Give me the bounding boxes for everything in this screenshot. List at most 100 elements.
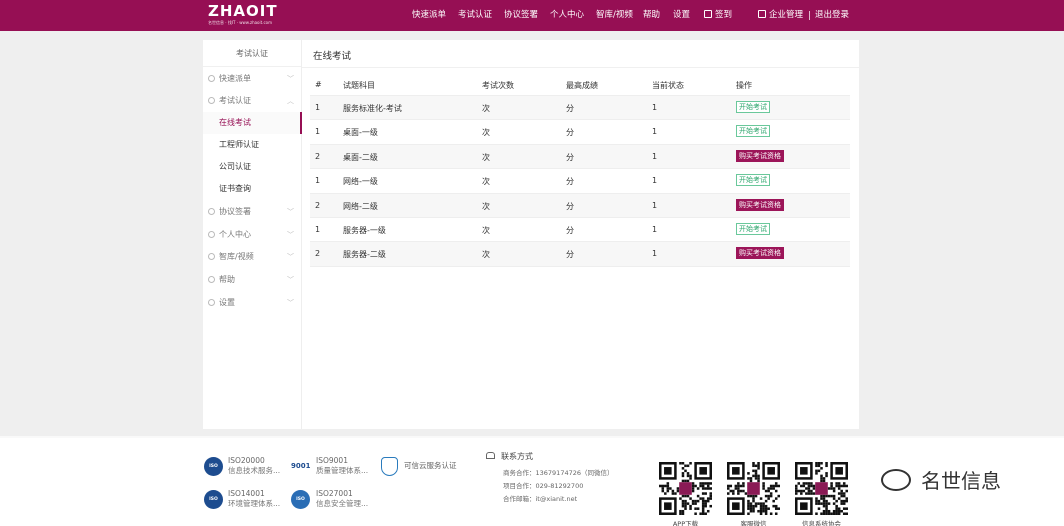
qr-code-app-icon xyxy=(659,462,712,515)
buy-exam-button[interactable]: 购买考试资格 xyxy=(736,198,784,211)
cert-title: ISO27001 xyxy=(316,489,353,498)
nav-help[interactable]: 帮助 xyxy=(643,9,660,21)
cell-count: 次 xyxy=(482,201,490,211)
qr-code-association-icon xyxy=(795,462,848,515)
sidebar-item-label: 快速派单 xyxy=(219,74,251,83)
sidebar-item-agreement[interactable]: 协议签署 ﹀ xyxy=(203,201,302,223)
nav-logout[interactable]: 退出登录 xyxy=(815,9,849,21)
sidebar-item-help[interactable]: 帮助 ﹀ xyxy=(203,269,302,291)
sidebar-sub-online-exam[interactable]: 在线考试 xyxy=(203,112,302,134)
cert-desc: 信息安全管理... xyxy=(316,499,369,508)
iso-badge-icon: ISO xyxy=(204,457,223,476)
buy-exam-button[interactable]: 购买考试资格 xyxy=(736,149,784,162)
table-row: 1 桌面-一级 次 分 1 开始考试 xyxy=(310,120,850,145)
shield-icon xyxy=(381,457,398,476)
column-header: 考试次数 xyxy=(482,81,514,90)
nav-agreement[interactable]: 协议签署 xyxy=(504,9,538,21)
cell-score: 分 xyxy=(566,201,574,211)
cell-status: 1 xyxy=(652,103,658,112)
top-navbar: ZHAOIT 名世信息 · 找IT · www.zhaoit.com 快速派单 … xyxy=(0,0,1064,31)
cell-num: 2 xyxy=(315,151,321,161)
column-header: 试题科目 xyxy=(343,81,375,90)
qr-label-app: APP下载 xyxy=(672,520,699,526)
menu-circle-icon xyxy=(208,75,215,82)
building-icon xyxy=(758,10,766,18)
cell-count: 次 xyxy=(482,177,490,187)
table-row: 2 服务器-二级 次 分 1 购买考试资格 xyxy=(310,242,850,267)
cell-count: 次 xyxy=(482,104,490,113)
sidebar-item-label: 智库/视频 xyxy=(219,252,254,261)
cell-status: 1 xyxy=(652,176,658,186)
buy-exam-button[interactable]: 购买考试资格 xyxy=(736,247,784,260)
sidebar-item-settings[interactable]: 设置 ﹀ xyxy=(203,292,302,314)
cert-desc: 质量管理体系... xyxy=(316,466,369,475)
cell-score: 分 xyxy=(566,152,574,162)
cell-num: 1 xyxy=(315,103,321,112)
cell-count: 次 xyxy=(482,225,490,235)
start-exam-button[interactable]: 开始考试 xyxy=(736,222,770,235)
cert-title: 可信云服务认证 xyxy=(404,461,457,470)
cell-status: 1 xyxy=(652,127,658,137)
cell-num: 2 xyxy=(315,200,321,210)
main-panel: 在线考试 # 试题科目 考试次数 最高成绩 当前状态 操作 1 服务标准化-考试次… xyxy=(302,40,859,429)
contact-info: 联系方式 商务合作：13679174726（同微信） 项目合作：029-8129… xyxy=(486,451,614,503)
sidebar: 考试认证 快速派单 ﹀ 考试认证 ︿ 在线考试 工程师认证 公司认证 证书查询 协议… xyxy=(203,40,302,429)
start-exam-button[interactable]: 开始考试 xyxy=(736,125,770,138)
cert-desc: 环境管理体系... xyxy=(228,499,281,508)
cell-subject: 网络-一级 xyxy=(343,177,378,187)
qr-code-service-icon xyxy=(727,462,780,515)
cell-subject: 网络-二级 xyxy=(343,201,378,211)
cell-num: 1 xyxy=(315,224,321,234)
start-exam-button[interactable]: 开始考试 xyxy=(736,101,770,113)
cell-score: 分 xyxy=(566,250,574,260)
cell-subject: 服务器-一级 xyxy=(343,225,386,235)
cell-count: 次 xyxy=(482,152,490,162)
start-exam-button[interactable]: 开始考试 xyxy=(736,174,770,187)
cell-count: 次 xyxy=(482,250,490,260)
sidebar-title: 考试认证 xyxy=(203,40,301,67)
nav-checkin[interactable]: 签到 xyxy=(704,9,732,21)
chevron-down-icon: ﹀ xyxy=(287,75,294,83)
logo-text: ZHAOIT xyxy=(208,2,278,20)
chevron-down-icon: ﹀ xyxy=(287,299,294,307)
table-row: 1 服务器-一级 次 分 1 开始考试 xyxy=(310,218,850,243)
nav-personal-center[interactable]: 个人中心 xyxy=(550,9,584,21)
nav-divider xyxy=(809,11,810,20)
cell-status: 1 xyxy=(652,249,658,259)
contact-email: 合作邮箱：it@xianit.net xyxy=(503,495,578,503)
sidebar-item-quick-dispatch[interactable]: 快速派单 ﹀ xyxy=(203,68,302,90)
menu-circle-icon xyxy=(208,253,215,260)
divider xyxy=(302,67,859,68)
sidebar-item-exam-cert[interactable]: 考试认证 ︿ xyxy=(203,90,302,112)
table-row: 1 网络-一级 次 分 1 开始考试 xyxy=(310,169,850,194)
nav-settings[interactable]: 设置 xyxy=(673,9,690,21)
nav-exam-cert[interactable]: 考试认证 xyxy=(458,9,492,21)
exam-table: # 试题科目 考试次数 最高成绩 当前状态 操作 1 服务标准化-考试次分 1 开始考… xyxy=(310,73,850,267)
cell-score: 分 xyxy=(566,128,574,138)
cell-status: 1 xyxy=(652,224,658,234)
sidebar-sub-engineer-cert[interactable]: 工程师认证 xyxy=(203,134,302,156)
sidebar-item-library-video[interactable]: 智库/视频 ﹀ xyxy=(203,246,302,268)
cell-status: 1 xyxy=(652,200,658,210)
logo-subtitle: 名世信息 · 找IT · www.zhaoit.com xyxy=(208,20,272,25)
nav-quick-dispatch[interactable]: 快速派单 xyxy=(412,9,446,21)
menu-circle-icon xyxy=(208,97,215,104)
nav-enterprise[interactable]: 企业管理 xyxy=(758,9,803,21)
chevron-down-icon: ﹀ xyxy=(287,253,294,261)
nav-library-video[interactable]: 智库/视频 xyxy=(596,9,633,21)
table-row: 2 桌面-二级 次 分 1 购买考试资格 xyxy=(310,144,850,170)
cell-subject: 桌面-一级 xyxy=(343,128,378,138)
chevron-up-icon: ︿ xyxy=(287,97,294,105)
logo[interactable]: ZHAOIT 名世信息 · 找IT · www.zhaoit.com xyxy=(208,3,278,26)
watermark-text: 名世信息 xyxy=(921,469,1001,493)
cell-num: 1 xyxy=(315,127,321,137)
sidebar-sub-cert-query[interactable]: 证书查询 xyxy=(203,178,302,200)
iso9001-badge-icon: 9001 xyxy=(291,457,310,476)
sidebar-item-label: 个人中心 xyxy=(219,230,251,239)
contact-title-label: 联系方式 xyxy=(501,452,533,461)
cert-title: ISO20000 xyxy=(228,456,265,465)
column-header: 当前状态 xyxy=(652,81,684,90)
sidebar-item-personal-center[interactable]: 个人中心 ﹀ xyxy=(203,224,302,246)
column-header: 操作 xyxy=(736,81,752,90)
sidebar-sub-company-cert[interactable]: 公司认证 xyxy=(203,156,302,178)
